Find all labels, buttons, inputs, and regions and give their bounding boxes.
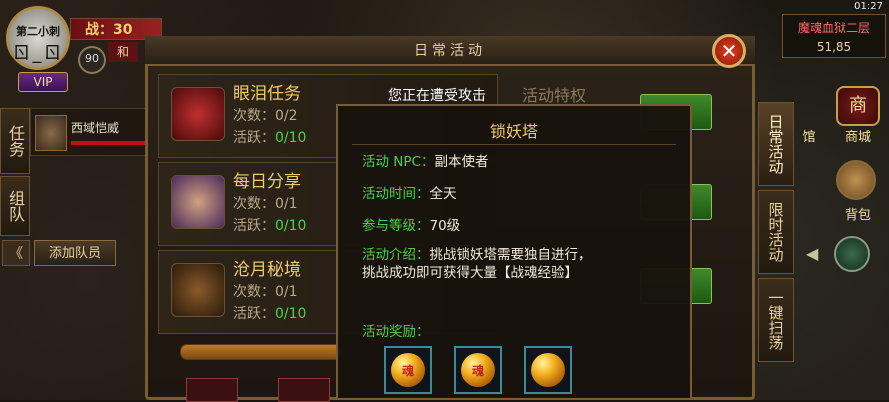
soul-orb-icon: 魂	[391, 353, 425, 387]
expand-arrow-icon[interactable]: ◀	[806, 244, 818, 263]
collapse-button[interactable]: 《	[2, 240, 30, 266]
chest-icon[interactable]	[278, 378, 330, 402]
activity-name: 眼泪任务	[233, 84, 301, 104]
activity-name: 沧月秘境	[233, 260, 301, 280]
map-coordinates: 51,85	[816, 40, 852, 54]
activity-detail-popup: 锁妖塔 活动 NPC：副本使者 活动时间：全天 参与等级：70级 活动介绍：挑战…	[336, 104, 692, 400]
npc-row: 活动 NPC：副本使者	[362, 154, 489, 170]
chest-icon[interactable]	[186, 378, 238, 402]
add-member-button[interactable]: 添加队员	[34, 240, 116, 266]
activity-count: 次数：0/1	[233, 284, 298, 300]
tab-one-click-sweep[interactable]: 一键扫荡	[758, 278, 794, 362]
hall-label: 馆	[802, 130, 816, 145]
popup-title: 锁妖塔	[489, 122, 538, 141]
skill-orb-icon[interactable]	[834, 236, 870, 272]
avatar-name: 第二小刺	[16, 25, 60, 38]
tab-limited-activity[interactable]: 限时活动	[758, 190, 794, 274]
activity-active: 活跃：0/10	[233, 130, 307, 146]
intro-text: 活动介绍：挑战锁妖塔需要独自进行， 挑战成功即可获得大量【战魂经验】	[362, 247, 592, 281]
time-row: 活动时间：全天	[362, 186, 457, 202]
activity-name: 每日分享	[233, 172, 301, 192]
bag-icon[interactable]	[836, 160, 876, 200]
bag-label: 背包	[844, 208, 871, 223]
activity-count: 次数：0/2	[233, 108, 298, 124]
player-level: 90	[78, 46, 106, 74]
tab-quest[interactable]: 任务	[0, 108, 30, 174]
tab-team[interactable]: 组队	[0, 176, 30, 236]
activity-active: 活跃：0/10	[233, 218, 307, 234]
player-avatar[interactable]: 第二小刺 ㄖ_ㄖ	[6, 6, 70, 70]
tear-quest-icon	[171, 87, 225, 141]
shop-icon[interactable]: 商	[836, 86, 880, 126]
level-row: 参与等级：70级	[362, 218, 461, 234]
activity-count: 次数：0/1	[233, 196, 298, 212]
member-hp-bar	[71, 141, 151, 145]
vip-badge[interactable]: VIP	[18, 72, 68, 92]
soul-orb-icon: 魂	[461, 353, 495, 387]
close-icon[interactable]: ✕	[712, 34, 746, 68]
status-clock: 01:27	[854, 1, 883, 12]
under-attack-notice: 您正在遭受攻击	[388, 88, 486, 104]
reward-item[interactable]: 魂	[384, 346, 432, 394]
popup-divider	[352, 144, 676, 145]
shop-label: 商城	[844, 130, 871, 145]
minimap-info[interactable]: 魔魂血狱二层 51,85	[782, 14, 886, 58]
gold-orb-icon	[531, 353, 565, 387]
reward-item[interactable]: 魂	[454, 346, 502, 394]
team-member-card[interactable]: 西域恺威	[30, 108, 158, 156]
activity-progress-bar	[180, 344, 342, 360]
reward-item[interactable]	[524, 346, 572, 394]
member-portrait	[35, 115, 67, 151]
tab-daily-activity[interactable]: 日常活动	[758, 102, 794, 186]
handshake-icon	[171, 175, 225, 229]
panel-title: 日常活动	[145, 36, 755, 66]
reward-label: 活动奖励：	[362, 324, 430, 340]
activity-active: 活跃：0/10	[233, 306, 307, 322]
member-name: 西域恺威	[71, 121, 120, 135]
map-name: 魔魂血狱二层	[797, 21, 870, 35]
avatar-face: ㄖ_ㄖ	[12, 43, 64, 64]
amulet-icon	[171, 263, 225, 317]
attack-mode[interactable]: 和	[108, 42, 138, 62]
activity-privilege-label: 活动特权	[522, 86, 587, 105]
